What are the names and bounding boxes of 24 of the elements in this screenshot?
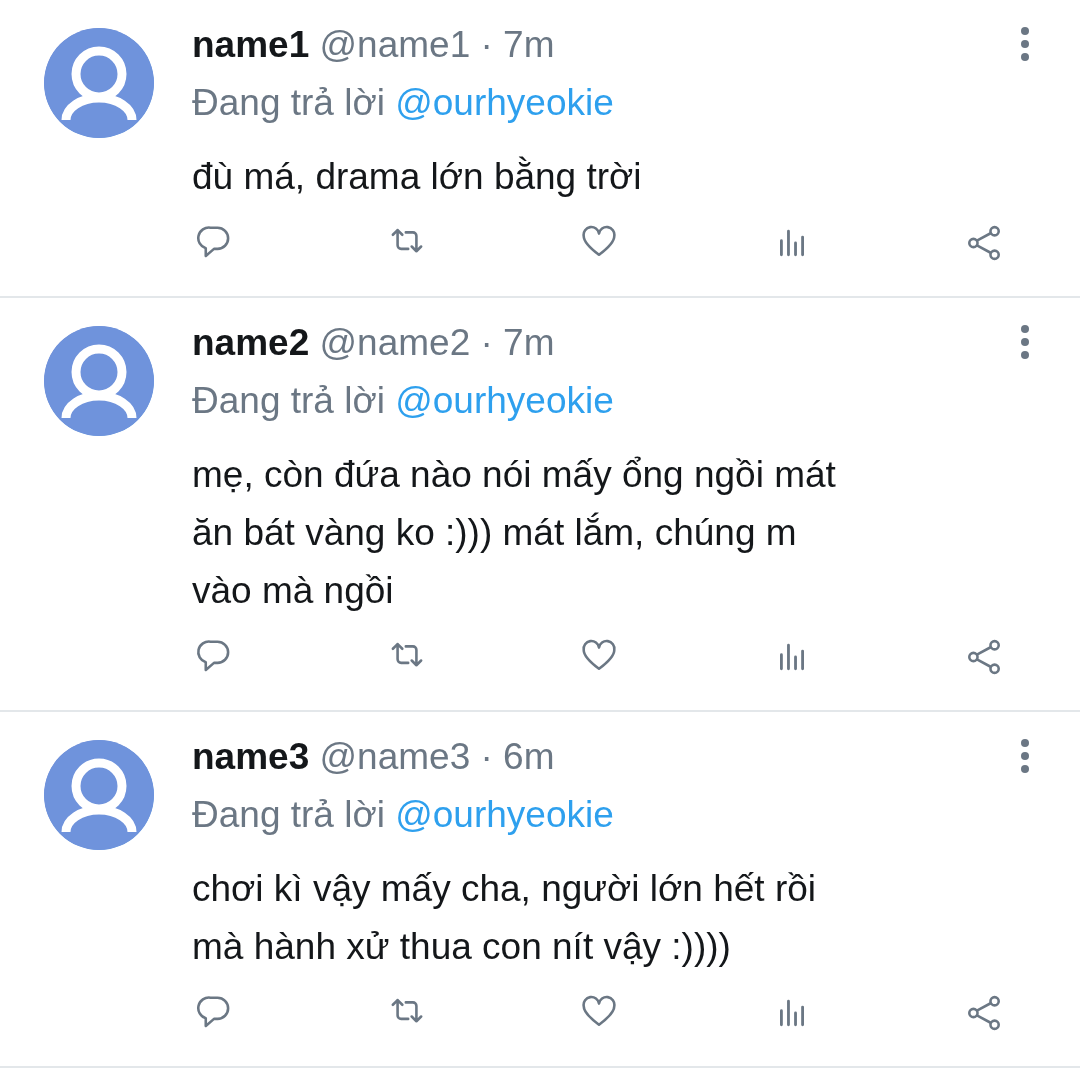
post-time: 6m [503, 736, 555, 777]
post-time: 7m [503, 322, 555, 363]
separator-dot: · [480, 24, 493, 65]
reply-label: Đang trả lời [192, 380, 385, 421]
user-name[interactable]: name3 [192, 736, 310, 777]
tweet-text: chơi kì vậy mấy cha, người lớn hết rồi mà hành xử thua con nít vậy :)))) [192, 867, 817, 969]
user-name[interactable]: name1 [192, 24, 310, 65]
avatar-icon[interactable] [44, 740, 154, 850]
avatar-icon[interactable] [44, 326, 154, 436]
avatar-icon[interactable] [44, 28, 154, 138]
user-handle: @name2 [319, 322, 471, 363]
separator-dot: · [480, 736, 493, 777]
user-name[interactable]: name2 [192, 322, 310, 363]
user-handle: @name1 [319, 24, 471, 65]
user-handle: @name3 [319, 736, 471, 777]
separator-dot: · [480, 322, 493, 363]
reply-label: Đang trả lời [192, 82, 385, 123]
more-options-icon[interactable] [1020, 738, 1030, 774]
more-options-icon[interactable] [1020, 324, 1030, 360]
reply-label: Đang trả lời [192, 794, 385, 835]
more-options-icon[interactable] [1020, 26, 1030, 62]
post-time: 7m [503, 24, 555, 65]
tweet-text: mẹ, còn đứa nào nói mấy ổng ngồi mát ăn bát vàng ko :))) mát lắm, chúng m vào mà ngồi [192, 453, 837, 613]
tweet-text: đù má, drama lớn bằng trời [192, 155, 643, 199]
